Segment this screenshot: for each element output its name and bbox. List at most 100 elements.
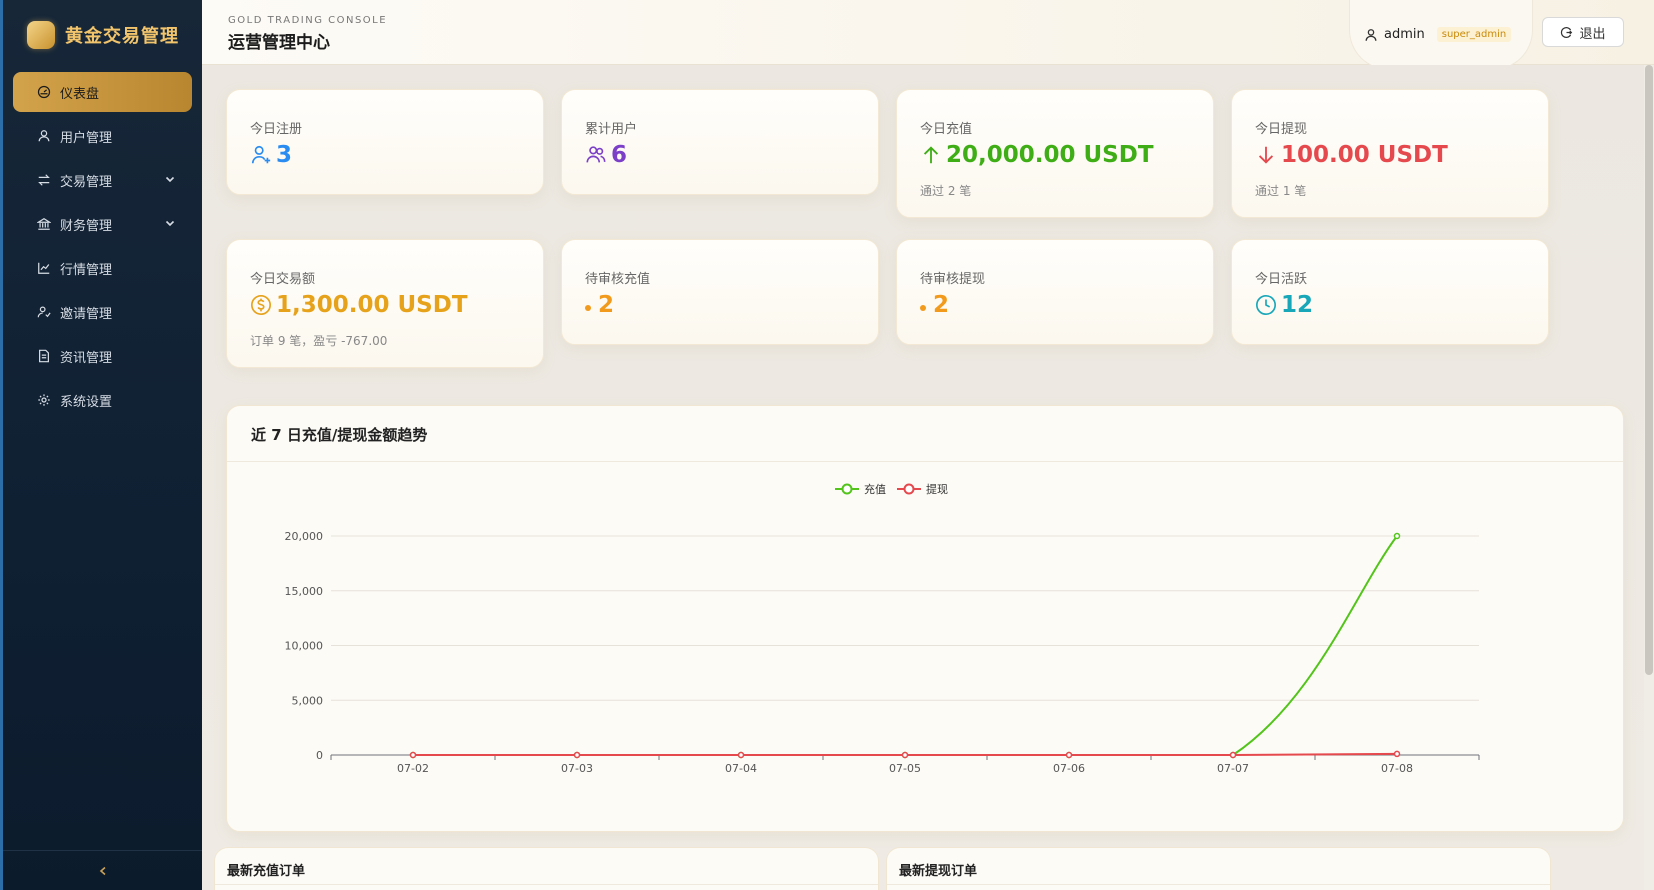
y-tick-label: 5,000: [292, 694, 324, 707]
users-icon: [586, 146, 606, 163]
data-point: [1229, 751, 1237, 759]
sidebar-item-trades[interactable]: 交易管理: [13, 160, 192, 200]
stat-card-today-withdraw: 今日提现 100.00 USDT 通过 1 笔: [1231, 89, 1549, 218]
stat-sub: 通过 1 笔: [1255, 184, 1307, 198]
legend-marker: [841, 483, 853, 495]
x-tick-label: 07-03: [561, 762, 593, 775]
user-icon: [37, 129, 51, 143]
stat-sub: 通过 2 笔: [920, 184, 972, 198]
bank-icon: [37, 217, 51, 231]
logout-icon: [1561, 26, 1573, 38]
data-point: [1065, 751, 1073, 759]
legend-label: 充值: [864, 482, 886, 496]
data-point: [409, 751, 417, 759]
page-title: 运营管理中心: [228, 33, 330, 53]
x-tick-label: 07-05: [889, 762, 921, 775]
arrow-up-icon: [923, 146, 939, 164]
dollar-circle-icon: [251, 295, 271, 315]
scrollbar-thumb[interactable]: [1645, 65, 1653, 675]
stat-card-pending-recharge: 待审核充值 2: [561, 239, 879, 345]
stat-card-today-register: 今日注册 3: [226, 89, 544, 195]
role-badge: super_admin: [1436, 27, 1512, 42]
y-tick-label: 20,000: [285, 530, 324, 543]
brand-logo: [27, 21, 55, 49]
sidebar-item-label: 财务管理: [60, 218, 113, 234]
chevron-down-icon: [165, 176, 175, 183]
stat-label: 待审核充值: [585, 272, 651, 287]
clock-icon: [1256, 295, 1276, 315]
stat-card-pending-withdraw: 待审核提现 2: [896, 239, 1214, 345]
stat-label: 今日活跃: [1255, 272, 1308, 287]
stat-number: 2: [598, 292, 615, 318]
sidebar-item-label: 资讯管理: [60, 350, 113, 366]
sidebar-item-users[interactable]: 用户管理: [13, 116, 192, 156]
stat-value: 100.00 USDT: [1255, 142, 1448, 168]
sidebar-menu: 仪表盘 用户管理 交易管理 财务管理 行情管理 邀请管理 资讯管理 系统设置: [3, 72, 202, 420]
x-tick-label: 07-02: [397, 762, 429, 775]
stat-card-today-trade: 今日交易额 1,300.00 USDT 订单 9 笔，盈亏 -767.00: [226, 239, 544, 368]
page-scrollbar[interactable]: [1644, 65, 1654, 890]
stat-value: 3: [250, 142, 292, 168]
stat-value: 2: [920, 292, 949, 318]
stat-label: 今日充值: [920, 122, 973, 137]
sidebar-item-label: 邀请管理: [60, 306, 113, 322]
x-tick-label: 07-07: [1217, 762, 1249, 775]
stat-sub: 订单 9 笔，盈亏 -767.00: [250, 334, 388, 348]
x-tick-label: 07-08: [1381, 762, 1413, 775]
arrow-down-icon: [1258, 146, 1274, 164]
sidebar-item-label: 系统设置: [60, 394, 113, 410]
sidebar-item-news[interactable]: 资讯管理: [13, 336, 192, 376]
trend-chart-card: 近 7 日充值/提现金额趋势 充值 提现 0 5,000 10,000 15,000 20…: [226, 405, 1624, 832]
sidebar-item-settings[interactable]: 系统设置: [13, 380, 192, 420]
document-icon: [37, 349, 51, 363]
sidebar-item-market[interactable]: 行情管理: [13, 248, 192, 288]
stat-value: 1,300.00 USDT: [250, 292, 468, 318]
stat-label: 累计用户: [585, 122, 638, 137]
divider: [215, 884, 878, 885]
user-name: admin: [1384, 27, 1425, 42]
sidebar-item-label: 用户管理: [60, 130, 113, 146]
sidebar-item-label: 行情管理: [60, 262, 113, 278]
stat-number: 1,300.00 USDT: [276, 292, 468, 318]
x-tick-label: 07-06: [1053, 762, 1085, 775]
logout-label: 退出: [1579, 26, 1606, 42]
user-menu[interactable]: admin super_admin: [1349, 0, 1533, 70]
stat-value: 12: [1255, 292, 1313, 318]
legend-label: 提现: [926, 483, 948, 496]
data-point: [901, 751, 909, 759]
stat-number: 6: [611, 142, 628, 168]
chart-grid: [331, 535, 1479, 701]
stat-number: 100.00 USDT: [1281, 142, 1448, 168]
exchange-icon: [37, 173, 51, 187]
logout-button[interactable]: 退出: [1542, 17, 1624, 47]
sidebar-item-dashboard[interactable]: 仪表盘: [13, 72, 192, 112]
top-header: GOLD TRADING CONSOLE 运营管理中心 admin super_…: [202, 0, 1654, 70]
trend-chart: 充值 提现 05,00010,00015,00020,00007-02 07-03 0…: [285, 482, 1480, 775]
chart-legend: 充值 提现: [835, 482, 948, 496]
y-tick-label: 10,000: [285, 640, 324, 653]
recent-recharge-card: 最新充值订单: [214, 847, 879, 890]
brand: 黄金交易管理: [3, 0, 202, 70]
stat-card-today-active: 今日活跃 12: [1231, 239, 1549, 345]
sidebar-item-invites[interactable]: 邀请管理: [13, 292, 192, 332]
data-point: [737, 751, 745, 759]
gear-icon: [37, 393, 51, 407]
y-tick-label: 15,000: [285, 585, 324, 598]
chart-axes: 0 5,000 10,000 15,000 20,000 07-02 07-03 07-04 0…: [285, 530, 1480, 775]
stat-value: 6: [585, 142, 627, 168]
sidebar-item-finance[interactable]: 财务管理: [13, 204, 192, 244]
recent-withdraw-title: 最新提现订单: [899, 864, 978, 879]
stat-label: 今日交易额: [250, 272, 316, 287]
stat-label: 今日提现: [1255, 122, 1308, 137]
recent-recharge-title: 最新充值订单: [227, 864, 306, 879]
dashboard-icon: [37, 85, 51, 99]
sidebar-collapse-button[interactable]: [3, 850, 202, 890]
stat-label: 待审核提现: [920, 272, 986, 287]
stat-value: 20,000.00 USDT: [920, 142, 1154, 168]
data-point: [1393, 532, 1401, 540]
chart-title: 近 7 日充值/提现金额趋势: [251, 426, 428, 444]
stat-number: 12: [1281, 292, 1314, 318]
stat-card-today-recharge: 今日充值 20,000.00 USDT 通过 2 笔: [896, 89, 1214, 218]
status-dot: [585, 305, 591, 311]
user-add-icon: [251, 145, 271, 164]
